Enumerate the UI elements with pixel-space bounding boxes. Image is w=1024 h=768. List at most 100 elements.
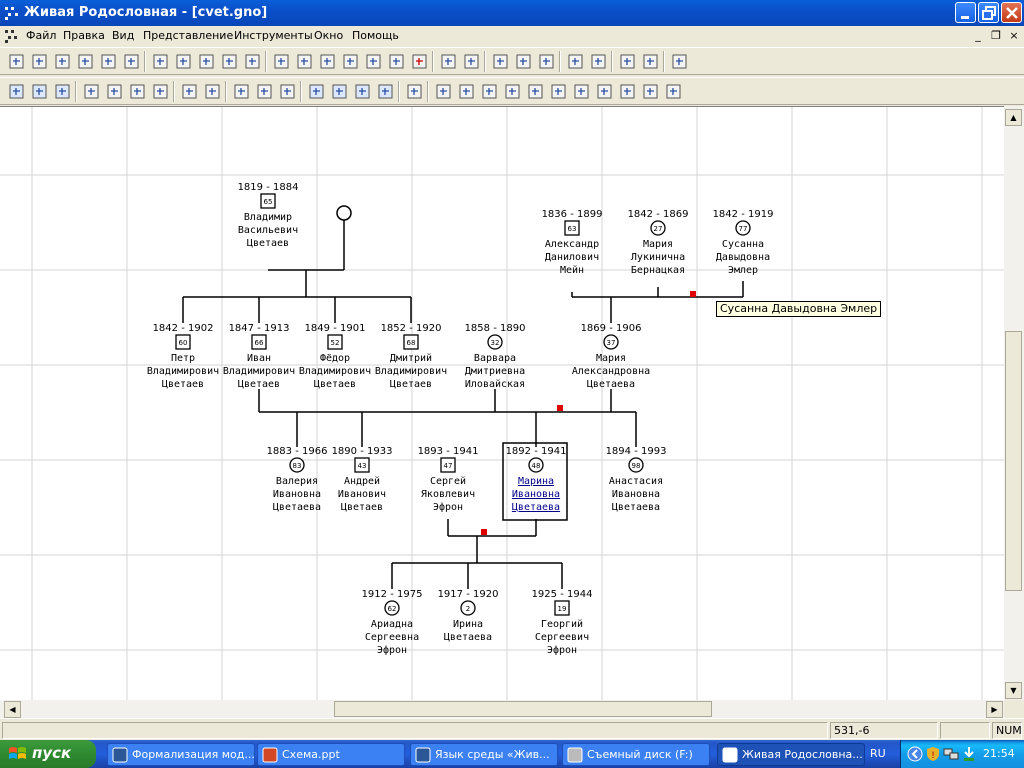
male-person-icon[interactable]: 63 xyxy=(564,220,580,236)
layout-tree-icon[interactable] xyxy=(433,81,454,102)
cut-icon[interactable] xyxy=(150,51,171,72)
help-icon[interactable] xyxy=(669,51,690,72)
tree-1-icon[interactable] xyxy=(456,81,477,102)
tree-6-icon[interactable] xyxy=(571,81,592,102)
vertical-scrollbar[interactable]: ▲ ▼ xyxy=(1004,106,1024,700)
gen3-icon[interactable] xyxy=(52,81,73,102)
safely-remove-icon[interactable] xyxy=(961,746,977,765)
menu-view[interactable]: Вид xyxy=(112,29,134,42)
horizontal-scroll-thumb[interactable] xyxy=(334,701,712,717)
female-person-icon[interactable]: 37 xyxy=(603,334,619,350)
add-parents-icon[interactable] xyxy=(340,51,361,72)
title-bar[interactable]: Живая Родословная - [cvet.gno] xyxy=(0,0,1024,26)
tray-arrow-icon[interactable] xyxy=(907,746,923,765)
unknown-spouse-node[interactable] xyxy=(336,205,352,221)
preview-icon[interactable] xyxy=(98,51,119,72)
menu-window[interactable]: Окно xyxy=(314,29,343,42)
female-person-icon[interactable]: 62 xyxy=(384,600,400,616)
layout-icon[interactable] xyxy=(617,51,638,72)
start-button[interactable]: пуск xyxy=(0,740,96,768)
female-person-icon[interactable]: 48 xyxy=(528,457,544,473)
female-person-icon[interactable]: 83 xyxy=(289,457,305,473)
mdi-minimize-button[interactable]: _ xyxy=(970,29,986,43)
binoculars-icon[interactable] xyxy=(254,81,275,102)
zoom-out-icon[interactable] xyxy=(329,81,350,102)
app-icon[interactable] xyxy=(4,5,20,21)
network-icon[interactable] xyxy=(943,746,959,765)
menu-help[interactable]: Помощь xyxy=(352,29,399,42)
close-button[interactable] xyxy=(1001,2,1022,23)
tool-b-icon[interactable] xyxy=(104,81,125,102)
male-person-icon[interactable]: 65 xyxy=(260,193,276,209)
refresh-icon[interactable] xyxy=(404,81,425,102)
person-name[interactable]: Варвара Дмитриевна Иловайская xyxy=(450,352,540,391)
find-person-icon[interactable] xyxy=(277,81,298,102)
male-person-icon[interactable]: 60 xyxy=(175,334,191,350)
add-person2-icon[interactable] xyxy=(294,51,315,72)
male-person-icon[interactable]: 52 xyxy=(327,334,343,350)
male-person-icon[interactable]: 47 xyxy=(440,457,456,473)
gen1-icon[interactable] xyxy=(6,81,27,102)
magic-icon[interactable] xyxy=(461,51,482,72)
save-icon[interactable] xyxy=(52,51,73,72)
person-name[interactable]: Ирина Цветаева xyxy=(423,618,513,644)
tree-10-icon[interactable] xyxy=(663,81,684,102)
clock[interactable]: 21:54 xyxy=(983,747,1015,760)
person-name[interactable]: Александр Данилович Мейн xyxy=(527,238,617,277)
taskbar-button[interactable]: Живая Родословна... xyxy=(717,743,865,766)
menu-edit[interactable]: Правка xyxy=(63,29,105,42)
scroll-down-button[interactable]: ▼ xyxy=(1005,682,1022,699)
taskbar-button[interactable]: Язык среды «Жив... xyxy=(410,743,558,766)
edit-icon[interactable] xyxy=(317,51,338,72)
language-indicator[interactable]: RU xyxy=(870,747,886,760)
tree-9-icon[interactable] xyxy=(640,81,661,102)
female-person-icon[interactable]: 2 xyxy=(460,600,476,616)
tool-c-icon[interactable] xyxy=(127,81,148,102)
person-name[interactable]: Сусанна Давыдовна Эмлер xyxy=(698,238,788,277)
person-name[interactable]: Мария Александровна Цветаева xyxy=(566,352,656,391)
marriage-marker[interactable] xyxy=(690,291,696,297)
restore-button[interactable] xyxy=(978,2,999,23)
new-icon[interactable] xyxy=(6,51,27,72)
vertical-scroll-thumb[interactable] xyxy=(1005,331,1022,591)
tree-5-icon[interactable] xyxy=(548,81,569,102)
print-icon[interactable] xyxy=(121,51,142,72)
print-preview-icon[interactable] xyxy=(75,51,96,72)
minimize-button[interactable] xyxy=(955,2,976,23)
male-person-icon[interactable]: 68 xyxy=(403,334,419,350)
taskbar-button[interactable]: Формализация мод... xyxy=(107,743,255,766)
zoom-fit-icon[interactable] xyxy=(352,81,373,102)
scroll-left-button[interactable]: ◀ xyxy=(4,701,21,718)
female-person-icon[interactable]: 27 xyxy=(650,220,666,236)
mdi-close-button[interactable]: × xyxy=(1006,29,1022,43)
font-small-icon[interactable] xyxy=(588,51,609,72)
menu-representation[interactable]: Представление xyxy=(143,29,233,42)
add-spouse-icon[interactable] xyxy=(386,51,407,72)
back-icon[interactable] xyxy=(179,81,200,102)
female-person-icon[interactable]: 98 xyxy=(628,457,644,473)
redo-icon[interactable] xyxy=(242,51,263,72)
menu-tools[interactable]: Инструменты xyxy=(234,29,313,42)
tree-canvas[interactable]: 65 63 27 77 60 66 52 68 32 37 83 43 47 48 98 62 2 19 1819… xyxy=(0,106,1004,700)
forward-icon[interactable] xyxy=(202,81,223,102)
person-name[interactable]: Марина Ивановна Цветаева xyxy=(491,475,581,514)
grid-icon[interactable] xyxy=(640,51,661,72)
person-name[interactable]: Сергей Яковлевич Эфрон xyxy=(403,475,493,514)
tree-8-icon[interactable] xyxy=(617,81,638,102)
female-person-icon[interactable]: 32 xyxy=(487,334,503,350)
document-icon[interactable] xyxy=(231,81,252,102)
ged-html-icon[interactable] xyxy=(513,51,534,72)
person-name[interactable]: Владимир Васильевич Цветаев xyxy=(223,211,313,250)
tool-d-icon[interactable] xyxy=(150,81,171,102)
paste-icon[interactable] xyxy=(196,51,217,72)
tree-7-icon[interactable] xyxy=(594,81,615,102)
gedcom-icon[interactable] xyxy=(490,51,511,72)
person-name[interactable]: Анастасия Ивановна Цветаева xyxy=(591,475,681,514)
menu-file[interactable]: Файл xyxy=(26,29,56,42)
add-children-icon[interactable] xyxy=(363,51,384,72)
tree-2-icon[interactable] xyxy=(479,81,500,102)
female-person-icon[interactable]: 77 xyxy=(735,220,751,236)
add-person-icon[interactable] xyxy=(271,51,292,72)
security-shield-icon[interactable]: ! xyxy=(925,746,941,765)
taskbar-button[interactable]: Съемный диск (F:) xyxy=(562,743,710,766)
